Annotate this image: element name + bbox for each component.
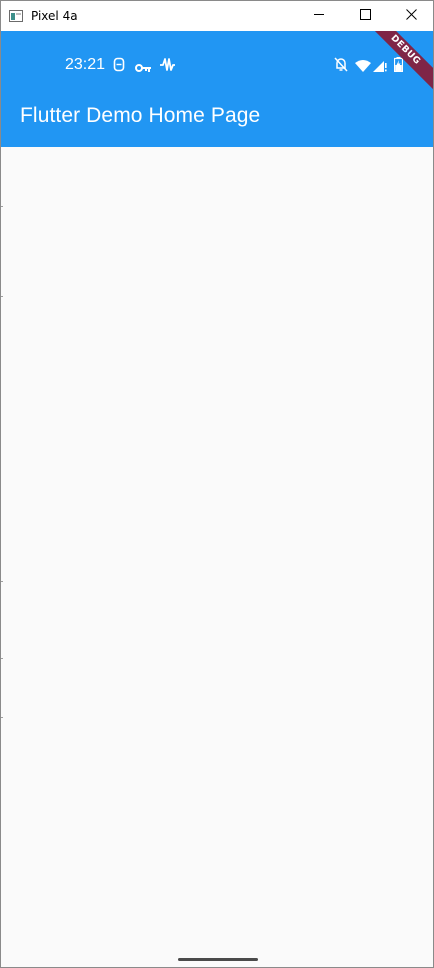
edge-marker xyxy=(1,658,3,659)
activity-wave-icon xyxy=(159,57,176,77)
window-titlebar[interactable]: Pixel 4a xyxy=(1,1,433,31)
app-window-icon xyxy=(9,9,23,22)
debug-banner-label: DEBUG xyxy=(363,31,433,95)
notifications-off-icon xyxy=(334,57,348,77)
edge-marker xyxy=(1,206,3,207)
device-screen: 23:21 Flutter Demo Home Page DEBUG xyxy=(1,31,433,967)
edge-marker xyxy=(1,296,3,297)
edge-marker xyxy=(1,717,3,718)
gesture-nav-handle[interactable] xyxy=(178,958,258,961)
close-button[interactable] xyxy=(388,1,433,31)
app-bar: 23:21 Flutter Demo Home Page DEBUG xyxy=(1,31,433,147)
vpn-key-icon xyxy=(135,60,152,78)
window-title: Pixel 4a xyxy=(31,9,78,23)
minimize-button[interactable] xyxy=(296,1,342,31)
debug-banner: DEBUG xyxy=(363,31,433,101)
maximize-button[interactable] xyxy=(342,1,388,31)
page-title: Flutter Demo Home Page xyxy=(20,104,261,127)
status-time: 23:21 xyxy=(65,56,106,73)
app-body xyxy=(1,147,433,967)
emulator-window: Pixel 4a 23:21 Flutter Demo Home Page DE… xyxy=(0,0,434,968)
close-icon xyxy=(405,7,417,25)
maximize-icon xyxy=(359,7,371,25)
edge-marker xyxy=(1,581,3,582)
sim-card-icon xyxy=(113,57,125,77)
minimize-icon xyxy=(313,7,325,25)
